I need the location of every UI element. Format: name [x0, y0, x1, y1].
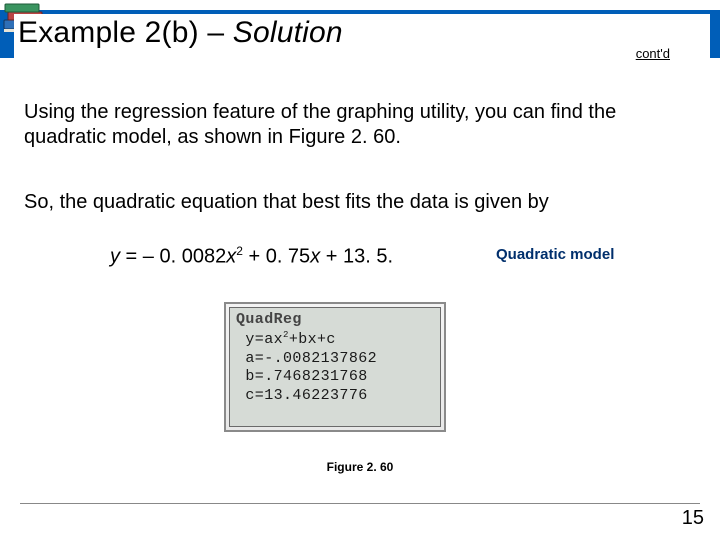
slide-title: Example 2(b) – Solution [14, 14, 710, 60]
calc-line-b: b=.7468231768 [236, 368, 434, 387]
calc-header: QuadReg [236, 311, 434, 330]
title-prefix: Example 2(b) – [18, 16, 233, 49]
calc-line-a: a=-.0082137862 [236, 350, 434, 369]
equation-label: Quadratic model [496, 246, 614, 263]
title-solution: Solution [233, 16, 343, 49]
calculator-screen: QuadReg y=ax2+bx+c a=-.0082137862 b=.746… [229, 307, 441, 427]
calc-line-model: y=ax2+bx+c [236, 330, 434, 350]
quadratic-equation: y = – 0. 0082x2 + 0. 75x + 13. 5. [110, 244, 393, 269]
calc-line-c: c=13.46223776 [236, 387, 434, 406]
figure-caption: Figure 2. 60 [0, 460, 720, 474]
contd-label: cont'd [636, 46, 670, 61]
page-number: 15 [682, 507, 704, 530]
divider [20, 503, 700, 504]
paragraph-1: Using the regression feature of the grap… [24, 100, 696, 150]
paragraph-2: So, the quadratic equation that best fit… [24, 190, 704, 215]
calculator-screenshot: QuadReg y=ax2+bx+c a=-.0082137862 b=.746… [224, 302, 446, 432]
